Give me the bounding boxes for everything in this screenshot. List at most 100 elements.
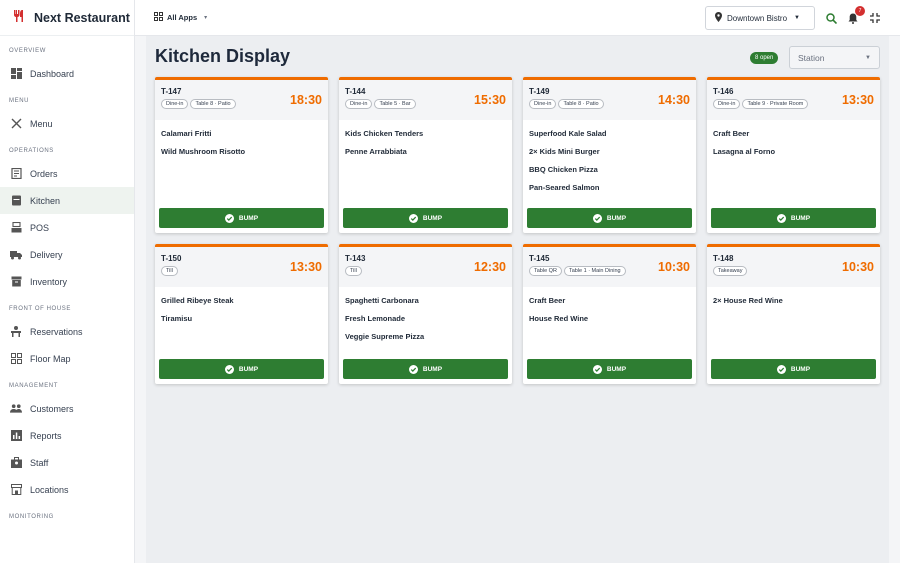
- sidebar-item-reports[interactable]: Reports: [0, 422, 134, 449]
- bump-button[interactable]: BUMP: [527, 359, 692, 379]
- ticket-id: T-148: [713, 254, 734, 263]
- check-circle-icon: [592, 364, 602, 374]
- sidebar-item-label: Kitchen: [30, 195, 61, 206]
- ticket-time: 10:30: [842, 260, 874, 274]
- ticket-item: Grilled Ribeye Steak: [161, 296, 234, 305]
- brand[interactable]: Next Restaurant: [0, 0, 134, 36]
- ticket-time: 13:30: [290, 260, 322, 274]
- reservation-icon: [10, 326, 22, 338]
- check-circle-icon: [408, 364, 418, 374]
- bump-label: BUMP: [606, 214, 627, 222]
- sidebar-item-label: Customers: [30, 403, 74, 414]
- order-type-chip: Dine-in: [161, 99, 189, 109]
- sidebar-item-label: Dashboard: [30, 68, 75, 79]
- chevron-down-icon: ▼: [794, 15, 800, 21]
- ticket-grid: T-147 Dine-in Table 8 · Patio 18:30 Cala…: [155, 77, 880, 384]
- ticket-header: T-150 Till 13:30: [155, 247, 328, 287]
- sidebar-item-locations[interactable]: Locations: [0, 476, 134, 503]
- sidebar-item-label: Inventory: [30, 276, 68, 287]
- table-chip: Table 1 · Main Dining: [563, 266, 626, 276]
- bump-label: BUMP: [790, 214, 811, 222]
- ticket-time: 12:30: [474, 260, 506, 274]
- order-type-chip: Takeaway: [713, 266, 748, 276]
- order-type-chip: Till: [161, 266, 178, 276]
- ticket-time: 14:30: [658, 93, 690, 107]
- nav-section-operations: OPERATIONS: [9, 148, 54, 154]
- bump-button[interactable]: BUMP: [159, 208, 324, 228]
- ticket-item: BBQ Chicken Pizza: [529, 165, 598, 174]
- station-placeholder: Station: [798, 52, 825, 63]
- sidebar-item-staff[interactable]: Staff: [0, 449, 134, 476]
- location-label: Downtown Bistro: [727, 13, 788, 23]
- utensils-icon: [10, 118, 22, 130]
- ticket-item: Veggie Supreme Pizza: [345, 332, 425, 341]
- receipt-icon: [10, 168, 22, 180]
- table-chip: Table 8 · Patio: [558, 99, 604, 109]
- sidebar-item-dashboard[interactable]: Dashboard: [0, 60, 134, 87]
- sidebar-item-label: Floor Map: [30, 353, 71, 364]
- kitchen-display-main: Kitchen Display 8 open Station ▼ T-147 D…: [146, 36, 889, 563]
- ticket-header: T-149 Dine-in Table 8 · Patio 14:30: [523, 80, 696, 120]
- ticket-item: Wild Mushroom Risotto: [161, 147, 246, 156]
- ticket-item: 2× House Red Wine: [713, 296, 783, 305]
- exit-fullscreen-icon[interactable]: [869, 12, 881, 24]
- bump-button[interactable]: BUMP: [527, 208, 692, 228]
- check-circle-icon: [776, 364, 786, 374]
- station-select[interactable]: Station ▼: [789, 46, 880, 69]
- ticket-item: Superfood Kale Salad: [529, 129, 607, 138]
- ticket-item: Spaghetti Carbonara: [345, 296, 419, 305]
- bump-button[interactable]: BUMP: [711, 359, 876, 379]
- dashboard-icon: [10, 68, 22, 80]
- ticket-item: Kids Chicken Tenders: [345, 129, 424, 138]
- notifications-bell-icon[interactable]: 7: [847, 6, 865, 24]
- nav-section-monitoring: MONITORING: [9, 514, 54, 520]
- ticket-time: 15:30: [474, 93, 506, 107]
- table-chip: Table 9 · Private Room: [742, 99, 809, 109]
- bump-button[interactable]: BUMP: [711, 208, 876, 228]
- sidebar-item-label: Delivery: [30, 249, 63, 260]
- sidebar-item-inventory[interactable]: Inventory: [0, 268, 134, 295]
- sidebar: Next Restaurant OVERVIEW Dashboard MENU …: [0, 0, 135, 563]
- ticket-time: 18:30: [290, 93, 322, 107]
- ticket-item: Craft Beer: [713, 129, 750, 138]
- search-icon[interactable]: [825, 12, 837, 24]
- ticket-time: 13:30: [842, 93, 874, 107]
- bump-button[interactable]: BUMP: [343, 359, 508, 379]
- nav-section-front-of-house: FRONT OF HOUSE: [9, 306, 71, 312]
- nav-section-overview: OVERVIEW: [9, 48, 47, 54]
- ticket-id: T-147: [161, 87, 182, 96]
- sidebar-item-delivery[interactable]: Delivery: [0, 241, 134, 268]
- check-circle-icon: [592, 213, 602, 223]
- sidebar-item-menu[interactable]: Menu: [0, 110, 134, 137]
- sidebar-item-customers[interactable]: Customers: [0, 395, 134, 422]
- ticket-id: T-149: [529, 87, 550, 96]
- truck-icon: [10, 249, 22, 261]
- sidebar-item-pos[interactable]: POS: [0, 214, 134, 241]
- ticket-card: T-147 Dine-in Table 8 · Patio 18:30 Cala…: [155, 77, 328, 233]
- chevron-down-icon: ▾: [204, 15, 208, 21]
- sidebar-item-orders[interactable]: Orders: [0, 160, 134, 187]
- sidebar-item-label: Reports: [30, 430, 62, 441]
- ticket-card: T-150 Till 13:30 Grilled Ribeye Steak Ti…: [155, 244, 328, 384]
- table-chip: Table 8 · Patio: [190, 99, 236, 109]
- ticket-card: T-143 Till 12:30 Spaghetti Carbonara Fre…: [339, 244, 512, 384]
- order-type-chip: Dine-in: [529, 99, 557, 109]
- ticket-item: House Red Wine: [529, 314, 589, 323]
- bump-button[interactable]: BUMP: [159, 359, 324, 379]
- sidebar-item-label: Staff: [30, 457, 49, 468]
- sidebar-item-reservations[interactable]: Reservations: [0, 318, 134, 345]
- bump-label: BUMP: [238, 214, 259, 222]
- location-pin-icon: [715, 12, 722, 24]
- sidebar-item-floor-map[interactable]: Floor Map: [0, 345, 134, 372]
- all-apps-button[interactable]: All Apps ▾: [154, 12, 207, 23]
- bump-label: BUMP: [238, 365, 259, 373]
- ticket-header: T-144 Dine-in Table 5 · Bar 15:30: [339, 80, 512, 120]
- ticket-item: Calamari Fritti: [161, 129, 212, 138]
- nav-section-management: MANAGEMENT: [9, 383, 59, 389]
- bump-button[interactable]: BUMP: [343, 208, 508, 228]
- ticket-item: Lasagna al Forno: [713, 147, 776, 156]
- sidebar-item-kitchen[interactable]: Kitchen: [0, 187, 134, 214]
- people-icon: [10, 403, 22, 415]
- location-select[interactable]: Downtown Bistro ▼: [705, 6, 815, 30]
- pos-icon: [10, 222, 22, 234]
